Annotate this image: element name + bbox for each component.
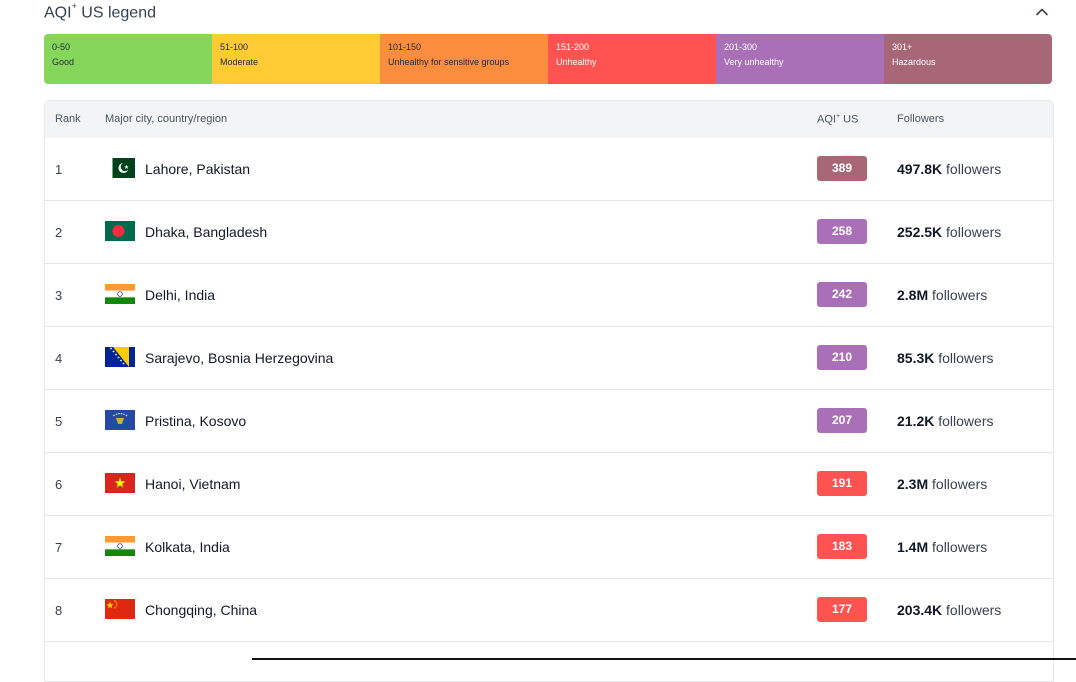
legend-segment-good: 0-50 Good bbox=[44, 34, 212, 84]
rank-cell: 4 bbox=[55, 351, 63, 366]
header-rank: Rank bbox=[55, 113, 81, 125]
city-ranking-table: Rank Major city, country/region AQI+ US … bbox=[44, 100, 1054, 682]
rank-cell: 1 bbox=[55, 162, 63, 177]
bangladesh-flag-icon bbox=[105, 221, 135, 241]
chevron-up-icon bbox=[1036, 8, 1048, 16]
rank-cell: 6 bbox=[55, 477, 63, 492]
header-aqi: AQI+ US bbox=[817, 113, 859, 126]
legend-segment-unhealthy: 151-200 Unhealthy bbox=[548, 34, 716, 84]
legend-label: Hazardous bbox=[892, 57, 936, 67]
aqi-badge: 207 bbox=[817, 408, 867, 433]
followers-cell: 2.3M followers bbox=[897, 476, 988, 492]
followers-cell: 2.8M followers bbox=[897, 287, 988, 303]
legend-range: 101-150 bbox=[388, 42, 422, 52]
china-flag-icon bbox=[105, 599, 135, 619]
followers-cell: 1.4M followers bbox=[897, 539, 988, 555]
legend-range: 151-200 bbox=[556, 42, 590, 52]
collapse-legend-button[interactable] bbox=[1032, 2, 1052, 22]
header-city: Major city, country/region bbox=[105, 113, 228, 125]
rank-cell: 7 bbox=[55, 540, 63, 555]
table-row[interactable]: 2 Dhaka, Bangladesh 258 252.5K followers bbox=[45, 201, 1053, 264]
table-row[interactable]: 6 Hanoi, Vietnam 191 2.3M followers bbox=[45, 453, 1053, 516]
aqi-badge: 210 bbox=[817, 345, 867, 370]
legend-segment-very-unhealthy: 201-300 Very unhealthy bbox=[716, 34, 884, 84]
city-name[interactable]: Dhaka, Bangladesh bbox=[145, 224, 267, 240]
table-row[interactable]: 1 Lahore, Pakistan 389 497.8K followers bbox=[45, 138, 1053, 201]
legend-range: 0-50 bbox=[52, 42, 71, 52]
rank-cell: 8 bbox=[55, 603, 63, 618]
pakistan-flag-icon bbox=[105, 158, 135, 178]
city-name[interactable]: Chongqing, China bbox=[145, 602, 257, 618]
table-row[interactable]: 3 Delhi, India 242 2.8M followers bbox=[45, 264, 1053, 327]
legend-label: Unhealthy bbox=[556, 57, 597, 67]
legend-segment-sensitive: 101-150 Unhealthy for sensitive groups bbox=[380, 34, 548, 84]
aqi-badge: 177 bbox=[817, 597, 867, 622]
aqi-legend-bar: 0-50 Good 51-100 Moderate 101-150 Unheal… bbox=[44, 34, 1052, 84]
vietnam-flag-icon bbox=[105, 473, 135, 493]
followers-cell: 85.3K followers bbox=[897, 350, 994, 366]
header-followers: Followers bbox=[897, 113, 945, 125]
city-name[interactable]: Pristina, Kosovo bbox=[145, 413, 246, 429]
table-header: Rank Major city, country/region AQI+ US … bbox=[45, 101, 1053, 138]
aqi-badge: 191 bbox=[817, 471, 867, 496]
legend-range: 51-100 bbox=[220, 42, 249, 52]
rank-cell: 3 bbox=[55, 288, 63, 303]
kosovo-flag-icon bbox=[105, 410, 135, 430]
legend-label: Moderate bbox=[220, 57, 259, 67]
city-name[interactable]: Sarajevo, Bosnia Herzegovina bbox=[145, 350, 333, 366]
aqi-badge: 183 bbox=[817, 534, 867, 559]
bosnia-flag-icon bbox=[105, 347, 135, 367]
followers-cell: 21.2K followers bbox=[897, 413, 994, 429]
table-row[interactable]: 7 Kolkata, India 183 1.4M followers bbox=[45, 516, 1053, 579]
legend-segment-hazardous: 301+ Hazardous bbox=[884, 34, 1052, 84]
rank-cell: 5 bbox=[55, 414, 63, 429]
legend-range: 201-300 bbox=[724, 42, 758, 52]
city-name[interactable]: Lahore, Pakistan bbox=[145, 161, 250, 177]
legend-segment-moderate: 51-100 Moderate bbox=[212, 34, 380, 84]
legend-title: AQI+ US legend bbox=[44, 1, 156, 22]
aqi-badge: 389 bbox=[817, 156, 867, 181]
followers-cell: 203.4K followers bbox=[897, 602, 1002, 618]
city-name[interactable]: Kolkata, India bbox=[145, 539, 230, 555]
aqi-badge: 242 bbox=[817, 282, 867, 307]
followers-cell: 252.5K followers bbox=[897, 224, 1002, 240]
legend-label: Very unhealthy bbox=[724, 57, 784, 67]
table-row[interactable]: 4 Sarajevo, Bosnia Herzegovina 210 85.3K… bbox=[45, 327, 1053, 390]
followers-cell: 497.8K followers bbox=[897, 161, 1002, 177]
table-row[interactable]: 5 Pristina, Kosovo 207 21.2K followers bbox=[45, 390, 1053, 453]
table-row[interactable]: 8 Chongqing, China 177 203.4K followers bbox=[45, 579, 1053, 642]
legend-range: 301+ bbox=[892, 42, 913, 52]
city-name[interactable]: Hanoi, Vietnam bbox=[145, 476, 240, 492]
aqi-badge: 258 bbox=[817, 219, 867, 244]
city-name[interactable]: Delhi, India bbox=[145, 287, 215, 303]
legend-label: Good bbox=[52, 57, 75, 67]
legend-header: AQI+ US legend bbox=[44, 0, 1052, 26]
legend-label: Unhealthy for sensitive groups bbox=[388, 57, 510, 67]
india-flag-icon bbox=[105, 284, 135, 304]
rank-cell: 2 bbox=[55, 225, 63, 240]
india-flag-icon bbox=[105, 536, 135, 556]
